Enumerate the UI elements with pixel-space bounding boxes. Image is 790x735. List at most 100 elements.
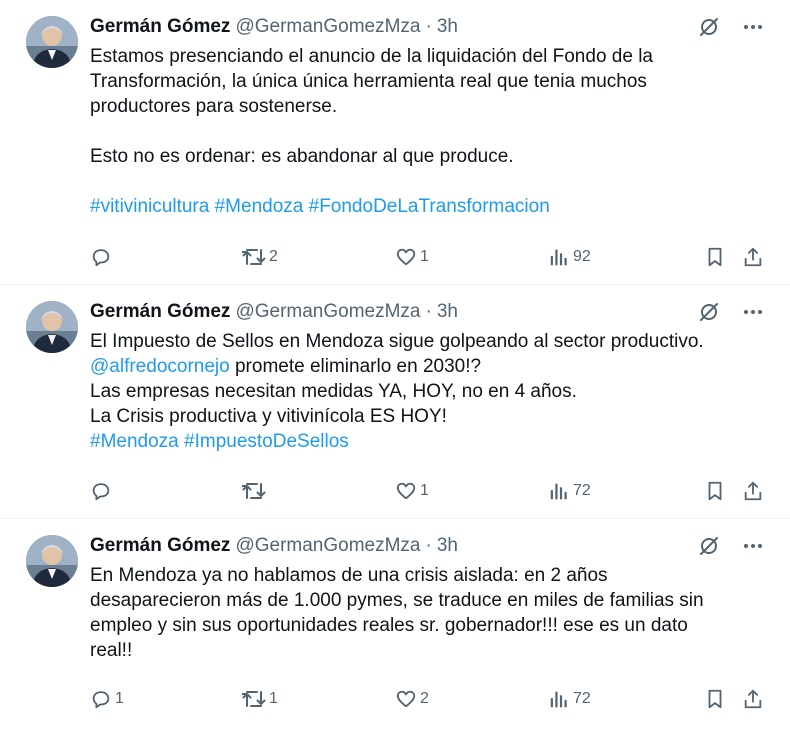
text-segment: Las empresas necesitan medidas YA, HOY, … (90, 381, 577, 402)
views-count: 72 (573, 482, 591, 499)
avatar[interactable] (26, 535, 78, 587)
share-button[interactable] (742, 244, 764, 270)
tweet-text-line: Esto no es ordenar: es abandonar al que … (90, 144, 764, 169)
text-segment: Transformación, la única única herramien… (90, 71, 647, 92)
tweet-text-line: La Crisis productiva y vitivinícola ES H… (90, 404, 764, 429)
tweet-text-line: Las empresas necesitan medidas YA, HOY, … (90, 379, 764, 404)
retweet-button[interactable]: 1 (242, 686, 278, 712)
share-button[interactable] (742, 686, 764, 712)
tweet-actions: 1 72 (90, 478, 766, 504)
more-options-icon[interactable] (742, 16, 764, 38)
bookmark-button[interactable] (704, 478, 726, 504)
separator-dot: · (425, 301, 432, 322)
views-button[interactable]: 92 (548, 244, 591, 270)
author-handle[interactable]: @GermanGomezMza (235, 301, 420, 323)
views-chart-icon (548, 480, 570, 502)
bookmark-icon (704, 480, 726, 502)
views-chart-icon (548, 688, 570, 710)
author-name[interactable]: Germán Gómez (90, 16, 230, 38)
tweet-text-line: En Mendoza ya no hablamos de una crisis … (90, 563, 764, 588)
timestamp[interactable]: 3h (437, 16, 458, 38)
mention-link[interactable]: @alfredocornejo (90, 356, 230, 377)
reply-icon (90, 246, 112, 268)
tweet-header: Germán Gómez @GermanGomezMza · 3h (90, 14, 764, 40)
tweet-actions: 1 1 2 72 (90, 686, 766, 712)
like-button[interactable]: 2 (395, 686, 429, 712)
tweet-text-line: Transformación, la única única herramien… (90, 69, 764, 94)
grok-icon[interactable] (698, 535, 720, 557)
retweet-button[interactable] (242, 478, 269, 504)
like-button[interactable]: 1 (395, 478, 429, 504)
reply-button[interactable] (90, 244, 115, 270)
text-segment: promete eliminarlo en 2030!? (229, 356, 482, 377)
reply-button[interactable] (90, 478, 115, 504)
timeline: Germán Gómez @GermanGomezMza · 3h Estamo… (0, 0, 790, 735)
timestamp[interactable]: 3h (437, 301, 458, 323)
tweet[interactable]: Germán Gómez @GermanGomezMza · 3h (0, 0, 790, 285)
share-button[interactable] (742, 478, 764, 504)
tweet-text: El Impuesto de Sellos en Mendoza sigue g… (90, 329, 764, 454)
text-segment: La Crisis productiva y vitivinícola ES H… (90, 406, 447, 427)
text-segment: real!! (90, 640, 133, 661)
separator-dot: · (425, 535, 432, 556)
hashtag-link[interactable]: #ImpuestoDeSellos (184, 431, 349, 452)
bookmark-button[interactable] (704, 686, 726, 712)
author-name[interactable]: Germán Gómez (90, 301, 230, 323)
tweet-text: Estamos presenciando el anuncio de la li… (90, 44, 764, 219)
tweet-text-line: real!! (90, 638, 764, 663)
retweet-icon (242, 688, 266, 710)
bookmark-icon (704, 688, 726, 710)
text-segment: Esto no es ordenar: es abandonar al que … (90, 146, 514, 167)
tweet-text-line: #vitivinicultura #Mendoza #FondoDeLaTran… (90, 194, 764, 219)
tweet[interactable]: Germán Gómez @GermanGomezMza · 3h (0, 285, 790, 519)
text-segment: En Mendoza ya no hablamos de una crisis … (90, 565, 608, 586)
views-count: 92 (573, 248, 591, 265)
text-segment: productores para sostenerse. (90, 96, 338, 117)
tweet-text-line: desaparecieron más de 1.000 pymes, se tr… (90, 588, 764, 613)
bookmark-button[interactable] (704, 244, 726, 270)
retweet-icon (242, 480, 266, 502)
like-button[interactable]: 1 (395, 244, 429, 270)
more-options-icon[interactable] (742, 301, 764, 323)
separator-dot: · (425, 16, 432, 37)
bookmark-icon (704, 246, 726, 268)
author-name[interactable]: Germán Gómez (90, 535, 230, 557)
tweet-text-line: empleo y sin sus oportunidades reales sr… (90, 613, 764, 638)
grok-icon[interactable] (698, 16, 720, 38)
retweet-icon (242, 246, 266, 268)
heart-icon (395, 480, 417, 502)
author-handle[interactable]: @GermanGomezMza (235, 535, 420, 557)
like-count: 2 (420, 690, 429, 707)
views-chart-icon (548, 246, 570, 268)
author-handle[interactable]: @GermanGomezMza (235, 16, 420, 38)
share-icon (742, 246, 764, 268)
hashtag-link[interactable]: #FondoDeLaTransformacion (309, 196, 550, 217)
avatar[interactable] (26, 301, 78, 353)
retweet-count: 1 (269, 690, 278, 707)
reply-icon (90, 480, 112, 502)
tweet[interactable]: Germán Gómez @GermanGomezMza · 3h (0, 519, 790, 735)
grok-icon[interactable] (698, 301, 720, 323)
tweet-text: En Mendoza ya no hablamos de una crisis … (90, 563, 764, 663)
tweet-header: Germán Gómez @GermanGomezMza · 3h (90, 299, 764, 325)
text-segment: desaparecieron más de 1.000 pymes, se tr… (90, 590, 704, 611)
reply-button[interactable]: 1 (90, 686, 124, 712)
retweet-count: 2 (269, 248, 278, 265)
views-count: 72 (573, 690, 591, 707)
tweet-text-line: productores para sostenerse. (90, 94, 764, 119)
hashtag-link[interactable]: #vitivinicultura (90, 196, 209, 217)
hashtag-link[interactable]: #Mendoza (215, 196, 304, 217)
tweet-text-line: Estamos presenciando el anuncio de la li… (90, 44, 764, 69)
retweet-button[interactable]: 2 (242, 244, 278, 270)
views-button[interactable]: 72 (548, 478, 591, 504)
reply-icon (90, 688, 112, 710)
views-button[interactable]: 72 (548, 686, 591, 712)
hashtag-link[interactable]: #Mendoza (90, 431, 179, 452)
avatar[interactable] (26, 16, 78, 68)
tweet-actions: 2 1 92 (90, 244, 766, 270)
timestamp[interactable]: 3h (437, 535, 458, 557)
more-options-icon[interactable] (742, 535, 764, 557)
heart-icon (395, 246, 417, 268)
